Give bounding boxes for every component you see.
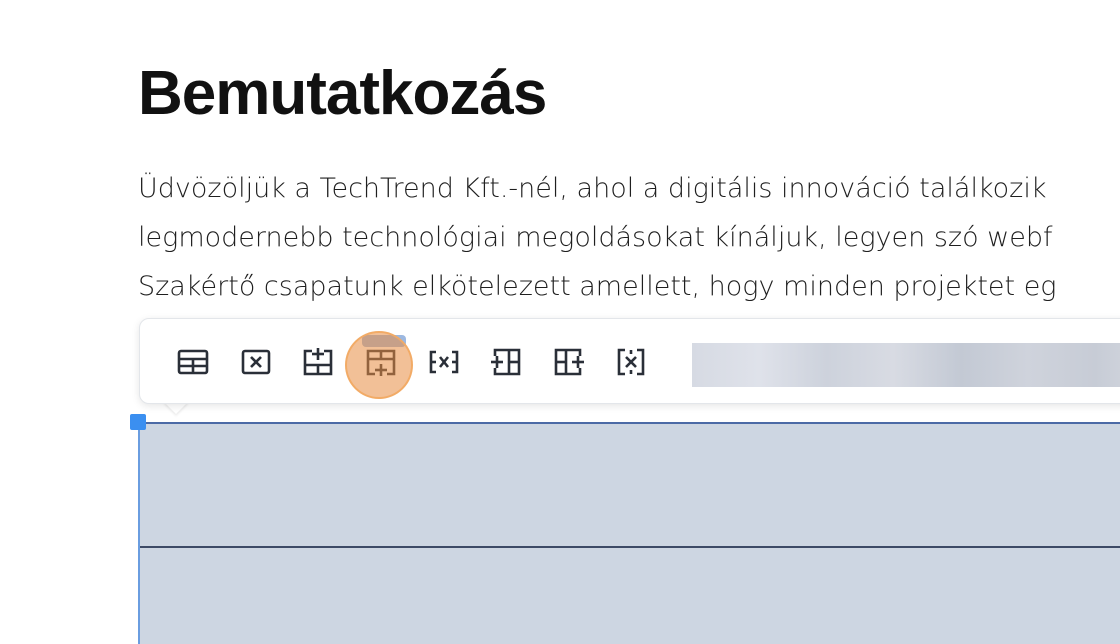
insert-column-left-icon[interactable] [485,341,527,383]
intro-line: legmodernebb technológiai megoldásokat k… [138,222,1053,253]
page-title: Bemutatkozás [138,59,547,128]
table[interactable] [138,422,1120,644]
intro-line: Szakértő csapatunk elkötelezett amellett… [138,271,1057,302]
insert-row-below-icon[interactable] [360,335,406,383]
intro-line: Üdvözöljük a TechTrend Kft.-nél, ahol a … [138,173,1047,204]
delete-column-icon[interactable] [610,341,652,383]
insert-row-above-icon[interactable] [297,341,339,383]
table-icon[interactable] [172,341,214,383]
table-row-divider [140,546,1120,548]
insert-column-right-icon[interactable] [548,341,590,383]
delete-table-icon[interactable] [235,341,277,383]
table-resize-handle[interactable] [130,414,146,430]
table-toolbar [139,318,1120,404]
delete-row-icon[interactable] [423,341,465,383]
intro-paragraph[interactable]: Üdvözöljük a TechTrend Kft.-nél, ahol a … [138,164,1120,311]
table-style-selector[interactable] [692,343,1120,387]
